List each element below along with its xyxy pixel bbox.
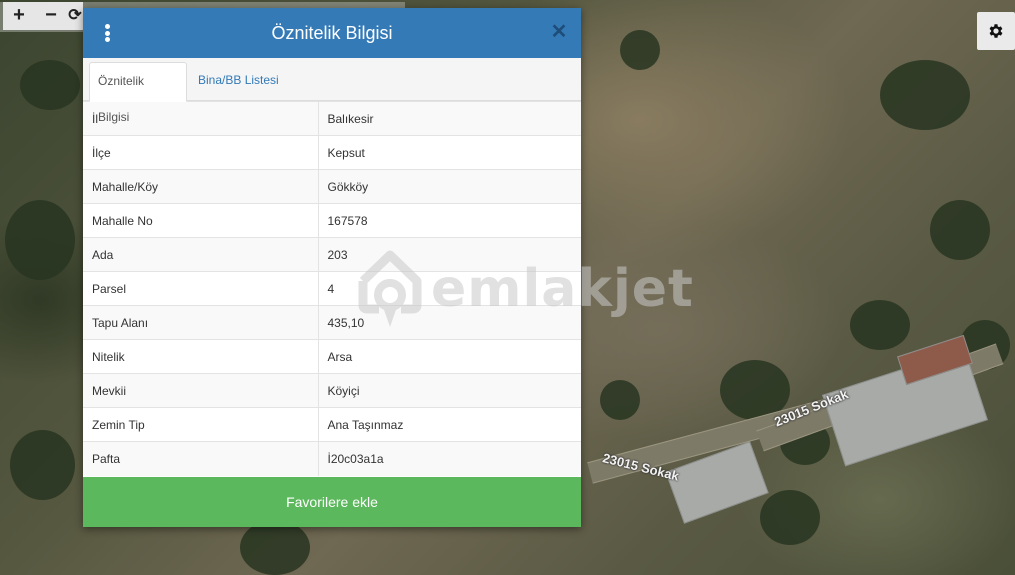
gear-icon — [989, 24, 1003, 38]
attribute-value: Köyiçi — [318, 373, 581, 408]
zoom-out-button[interactable]: − — [35, 2, 67, 30]
dialog-header: Öznitelik Bilgisi ✕ — [83, 8, 581, 58]
attribute-table: İl Balıkesir İlçe Kepsut Mahalle/Köy Gökköy Ma… — [83, 101, 581, 476]
attribute-key: Ada — [83, 237, 319, 272]
attribute-key: Parsel — [83, 271, 319, 306]
tab-building-list[interactable]: Bina/BB Listesi — [190, 62, 287, 102]
map-tree — [880, 60, 970, 130]
table-row: Tapu Alanı 435,10 — [83, 305, 581, 340]
attribute-value: 4 — [318, 271, 581, 306]
close-icon[interactable]: ✕ — [549, 22, 569, 42]
attribute-value: İ20c03a1a — [318, 441, 581, 476]
table-row: Mevkii Köyiçi — [83, 373, 581, 408]
map-tree — [5, 200, 75, 280]
table-row: Parsel 4 — [83, 271, 581, 306]
map-tree — [620, 30, 660, 70]
table-row: Nitelik Arsa — [83, 339, 581, 374]
attribute-key: İlçe — [83, 135, 319, 170]
table-row: Pafta İ20c03a1a — [83, 441, 581, 476]
settings-button[interactable] — [977, 12, 1015, 50]
zoom-in-button[interactable]: + — [3, 2, 35, 30]
map-tree — [930, 200, 990, 260]
map-tree — [760, 490, 820, 545]
attribute-value: 203 — [318, 237, 581, 272]
map-tree — [240, 520, 310, 575]
map-tree — [850, 300, 910, 350]
attribute-value: Ana Taşınmaz — [318, 407, 581, 442]
table-row: İlçe Kepsut — [83, 135, 581, 170]
attribute-value: Balıkesir — [318, 101, 581, 136]
map-tree — [600, 380, 640, 420]
attribute-value: 435,10 — [318, 305, 581, 340]
attribute-key: Nitelik — [83, 339, 319, 374]
table-row: İl Balıkesir — [83, 101, 581, 136]
attribute-key: Mahalle No — [83, 203, 319, 238]
dialog-tabs: Öznitelik Bilgisi Bina/BB Listesi — [83, 58, 581, 124]
attribute-info-dialog: Öznitelik Bilgisi ✕ Öznitelik Bilgisi Bi… — [83, 8, 581, 527]
attribute-key: Mevkii — [83, 373, 319, 408]
attribute-value: Arsa — [318, 339, 581, 374]
table-row: Mahalle/Köy Gökköy — [83, 169, 581, 204]
attribute-key: Mahalle/Köy — [83, 169, 319, 204]
tab-attribute-info[interactable]: Öznitelik Bilgisi — [89, 62, 187, 124]
add-to-favorites-button[interactable]: Favorilere ekle — [83, 477, 581, 527]
map-tree — [20, 60, 80, 110]
table-row: Ada 203 — [83, 237, 581, 272]
attribute-key: Zemin Tip — [83, 407, 319, 442]
attribute-key: Pafta — [83, 441, 319, 476]
rotate-button[interactable]: ⟳ — [67, 2, 83, 30]
dialog-title: Öznitelik Bilgisi — [271, 23, 393, 43]
table-row: Mahalle No 167578 — [83, 203, 581, 238]
map-tree — [10, 430, 75, 500]
attribute-value: 167578 — [318, 203, 581, 238]
attribute-value: Kepsut — [318, 135, 581, 170]
attribute-key: Tapu Alanı — [83, 305, 319, 340]
attribute-value: Gökköy — [318, 169, 581, 204]
table-row: Zemin Tip Ana Taşınmaz — [83, 407, 581, 442]
